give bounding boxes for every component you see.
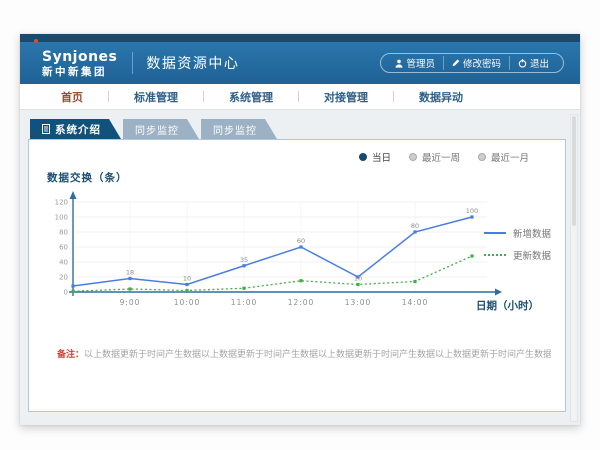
y-axis-title: 数据交换（条） [47,170,128,185]
svg-text:80: 80 [59,229,68,237]
radio-selected-icon [359,153,367,161]
edit-icon [452,59,460,67]
svg-text:9:00: 9:00 [120,298,141,307]
legend-item-updated-data: 更新数据 [484,248,551,262]
main-nav: 首页 标准管理 系统管理 对接管理 数据异动 [20,84,580,110]
svg-text:20: 20 [59,274,68,282]
logo-company-name: 新中新集团 [42,67,117,78]
tab-sync-monitor-1[interactable]: 同步监控 [123,119,199,139]
nav-item-home[interactable]: 首页 [36,89,108,105]
filter-option-label: 最近一周 [422,150,460,164]
content-area: 系统介绍 同步监控 同步监控 当日 最近一周 [20,110,580,425]
logo[interactable]: Synjones 新中新集团 [42,48,117,78]
svg-text:80: 80 [411,222,419,230]
user-menu-admin[interactable]: 管理员 [387,56,443,70]
svg-text:100: 100 [55,214,68,222]
svg-text:35: 35 [240,256,248,264]
page-title: 数据资源中心 [146,53,239,73]
filter-option-last-week[interactable]: 最近一周 [409,150,460,164]
chart-legend: 新增数据 更新数据 [484,226,551,270]
tab-system-intro[interactable]: 系统介绍 [30,119,121,139]
svg-text:18: 18 [126,269,134,277]
footnote: 备注：以上数据更新于时间产生数据以上数据更新于时间产生数据以上数据更新于时间产生… [57,347,551,360]
user-icon [395,59,403,68]
tab-label: 系统介绍 [55,122,101,137]
user-menu-logout[interactable]: 退出 [509,56,557,70]
document-icon [42,124,50,134]
user-menu-admin-label: 管理员 [406,56,435,70]
tab-label: 同步监控 [213,122,257,137]
radio-unselected-icon [409,153,417,161]
svg-text:100: 100 [466,207,478,215]
filter-option-label: 当日 [372,150,391,164]
line-chart: 0 20 40 60 80 100 120 9:00 10:00 11:00 12:00 13:00 1… [45,188,515,314]
footnote-text: 以上数据更新于时间产生数据以上数据更新于时间产生数据以上数据更新于时间产生数据以… [84,350,551,360]
nav-item-standard-management[interactable]: 标准管理 [109,89,203,105]
app-window: Synjones 新中新集团 数据资源中心 管理员 修改密码 [20,34,580,425]
filter-option-today[interactable]: 当日 [359,150,391,164]
range-filter: 当日 最近一周 最近一月 [359,150,529,164]
legend-label: 新增数据 [513,226,551,240]
tab-bar: 系统介绍 同步监控 同步监控 [30,119,566,139]
svg-text:60: 60 [297,237,305,245]
scrollbar-thumb[interactable] [572,116,576,226]
svg-text:10:00: 10:00 [174,298,201,307]
svg-text:12:00: 12:00 [288,298,315,307]
dotted-line-swatch [484,254,506,256]
solid-line-swatch [484,232,506,234]
legend-item-new-data: 新增数据 [484,226,551,240]
top-strip [20,34,580,42]
svg-text:13:00: 13:00 [345,298,372,307]
svg-text:40: 40 [59,259,68,267]
user-menu-logout-label: 退出 [530,56,549,70]
x-axis-title: 日期（小时） [476,298,539,313]
radio-unselected-icon [478,153,486,161]
svg-text:10: 10 [354,275,362,283]
header-divider [132,52,133,74]
tab-sync-monitor-2[interactable]: 同步监控 [201,119,277,139]
svg-text:10: 10 [183,275,191,283]
user-menu-change-password-label: 修改密码 [463,56,501,70]
svg-text:0: 0 [64,289,68,297]
nav-item-data-changes[interactable]: 数据异动 [394,89,488,105]
app-header: Synjones 新中新集团 数据资源中心 管理员 修改密码 [20,42,580,84]
scrollbar[interactable] [570,114,578,422]
legend-label: 更新数据 [513,248,551,262]
nav-item-system-management[interactable]: 系统管理 [204,89,298,105]
user-menu-change-password[interactable]: 修改密码 [443,56,509,70]
nav-item-integration-management[interactable]: 对接管理 [299,89,393,105]
chart-panel: 当日 最近一周 最近一月 数据交换（条） 0 20 40 60 80 100 120 9:00… [28,139,566,412]
svg-text:11:00: 11:00 [231,298,258,307]
svg-text:120: 120 [55,199,68,207]
svg-text:14:00: 14:00 [402,298,429,307]
footnote-label: 备注： [57,350,84,360]
user-menu: 管理员 修改密码 退出 [380,53,564,73]
logo-text: Synjones [42,50,117,64]
tab-label: 同步监控 [135,122,179,137]
svg-text:60: 60 [59,244,68,252]
logout-icon [518,59,527,68]
logo-accent-dot [34,39,38,43]
filter-option-last-month[interactable]: 最近一月 [478,150,529,164]
filter-option-label: 最近一月 [491,150,529,164]
